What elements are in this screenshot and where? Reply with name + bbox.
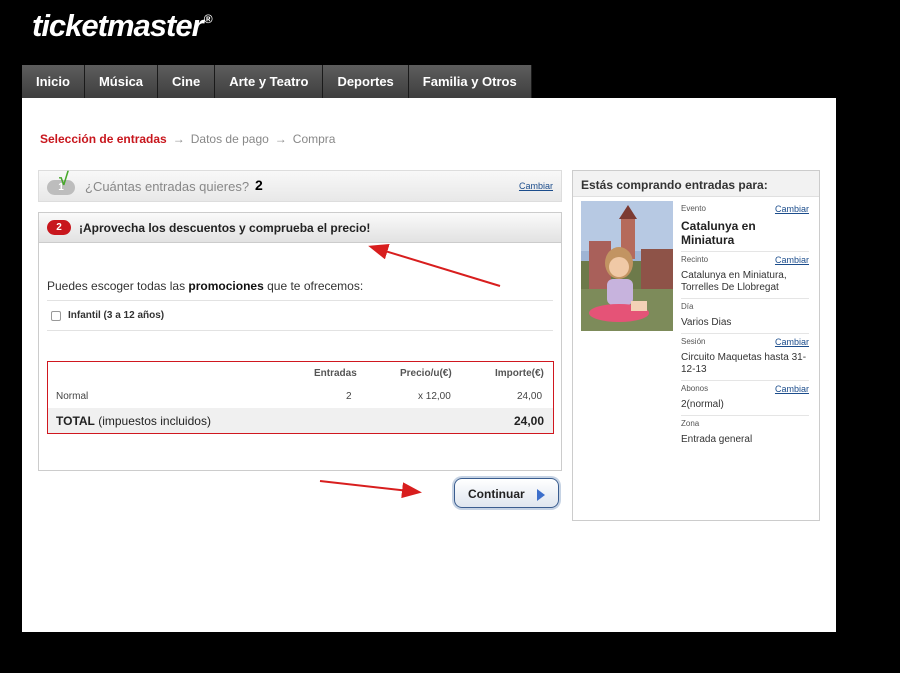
continue-button[interactable]: Continuar bbox=[454, 478, 559, 508]
event-photo bbox=[581, 201, 673, 331]
change-ticket-count-link[interactable]: Cambiar bbox=[519, 181, 553, 191]
checkout-steps: Selección de entradas → Datos de pago → Comp… bbox=[40, 132, 335, 146]
zona-label: Zona bbox=[681, 419, 700, 428]
header-entradas: Entradas bbox=[314, 368, 357, 379]
field-recinto: Recinto Cambiar Catalunya en Miniatura, … bbox=[681, 252, 809, 299]
row-type: Normal bbox=[56, 391, 89, 402]
promo-suffix: que te ofrecemos: bbox=[263, 279, 364, 293]
header-importe: Importe(€) bbox=[495, 368, 544, 379]
evento-value: Catalunya en Miniatura bbox=[681, 219, 756, 247]
infantil-checkbox[interactable] bbox=[51, 310, 61, 321]
promo-option-infantil[interactable]: Infantil (3 a 12 años) bbox=[51, 310, 164, 321]
ticketmaster-logo[interactable]: ticketmaster® bbox=[32, 8, 212, 44]
field-zona: Zona Entrada general bbox=[681, 416, 809, 450]
checkmark-icon: √ bbox=[59, 169, 69, 189]
total-importe: 24,00 bbox=[514, 414, 545, 428]
discounts-title: ¡Aprovecha los descuentos y comprueba el… bbox=[79, 221, 371, 235]
discounts-panel: 2 ¡Aprovecha los descuentos y comprueba … bbox=[38, 212, 562, 471]
change-abonos-link[interactable]: Cambiar bbox=[775, 384, 809, 394]
field-dia: Día Varios Dias bbox=[681, 299, 809, 334]
promotions-text: Puedes escoger todas las promociones que… bbox=[47, 279, 363, 293]
row-precio: x 12,00 bbox=[418, 391, 451, 402]
field-evento: Evento Cambiar Catalunya en Miniatura bbox=[681, 201, 809, 252]
step-datos-pago: Datos de pago bbox=[190, 132, 269, 146]
total-label-bold: TOTAL bbox=[56, 414, 95, 428]
nav-item-inicio[interactable]: Inicio bbox=[22, 65, 85, 98]
infantil-label: Infantil (3 a 12 años) bbox=[68, 310, 165, 321]
change-venue-link[interactable]: Cambiar bbox=[775, 255, 809, 265]
table-header-row: Entradas Precio/u(€) Importe(€) bbox=[48, 362, 553, 384]
row-importe: 24,00 bbox=[517, 391, 543, 402]
event-details: Evento Cambiar Catalunya en Miniatura Re… bbox=[681, 201, 809, 450]
step-arrow-icon: → bbox=[172, 132, 185, 146]
main-nav: Inicio Música Cine Arte y Teatro Deporte… bbox=[22, 65, 532, 98]
step-seleccion-entradas: Selección de entradas bbox=[40, 132, 167, 146]
purchase-summary: Estás comprando entradas para: Evento Ca… bbox=[572, 170, 820, 521]
nav-item-musica[interactable]: Música bbox=[84, 65, 159, 98]
step-arrow-icon: → bbox=[274, 132, 287, 146]
field-sesion: Sesión Cambiar Circuito Maquetas hasta 3… bbox=[681, 334, 809, 381]
summary-title: Estás comprando entradas para: bbox=[573, 171, 819, 197]
abonos-value: 2(normal) bbox=[681, 399, 724, 410]
ticket-count-question: ¿Cuántas entradas quieres? bbox=[85, 179, 250, 194]
play-arrow-icon bbox=[537, 489, 545, 501]
step-two-badge: 2 bbox=[47, 220, 71, 235]
continue-label: Continuar bbox=[468, 487, 525, 501]
header-precio: Precio/u(€) bbox=[400, 368, 452, 379]
discounts-header: 2 ¡Aprovecha los descuentos y comprueba … bbox=[39, 213, 561, 243]
recinto-value: Catalunya en Miniatura, Torrelles De Llo… bbox=[681, 270, 787, 293]
total-label-rest: (impuestos incluidos) bbox=[94, 414, 211, 428]
registered-mark: ® bbox=[203, 12, 213, 26]
dia-label: Día bbox=[681, 302, 694, 311]
zona-value: Entrada general bbox=[681, 434, 753, 445]
promo-prefix: Puedes escoger todas las bbox=[47, 279, 189, 293]
nav-item-cine[interactable]: Cine bbox=[158, 65, 216, 98]
nav-item-deportes[interactable]: Deportes bbox=[323, 65, 409, 98]
total-label: TOTAL (impuestos incluidos) bbox=[56, 414, 211, 428]
price-table: Entradas Precio/u(€) Importe(€) Normal 2… bbox=[47, 361, 554, 434]
divider bbox=[47, 330, 553, 331]
logo-text: ticketmaster bbox=[32, 8, 204, 43]
change-session-link[interactable]: Cambiar bbox=[775, 337, 809, 347]
sesion-value: Circuito Maquetas hasta 31-12-13 bbox=[681, 352, 807, 375]
row-entradas: 2 bbox=[346, 391, 352, 402]
step-compra: Compra bbox=[292, 132, 336, 146]
table-row: Normal 2 x 12,00 24,00 bbox=[48, 385, 553, 407]
divider bbox=[47, 300, 553, 301]
ticket-count-panel: 1 √ ¿Cuántas entradas quieres? 2 Cambiar bbox=[38, 169, 562, 202]
promo-bold: promociones bbox=[188, 279, 264, 293]
nav-item-familia-otros[interactable]: Familia y Otros bbox=[408, 65, 532, 98]
main-content: Selección de entradas → Datos de pago → Comp… bbox=[22, 98, 836, 632]
nav-item-arte-teatro[interactable]: Arte y Teatro bbox=[215, 65, 324, 98]
change-event-link[interactable]: Cambiar bbox=[775, 204, 809, 214]
field-abonos: Abonos Cambiar 2(normal) bbox=[681, 381, 809, 416]
dia-value: Varios Dias bbox=[681, 317, 732, 328]
table-total-row: TOTAL (impuestos incluidos) 24,00 bbox=[48, 408, 553, 433]
ticket-count-value: 2 bbox=[255, 177, 263, 193]
